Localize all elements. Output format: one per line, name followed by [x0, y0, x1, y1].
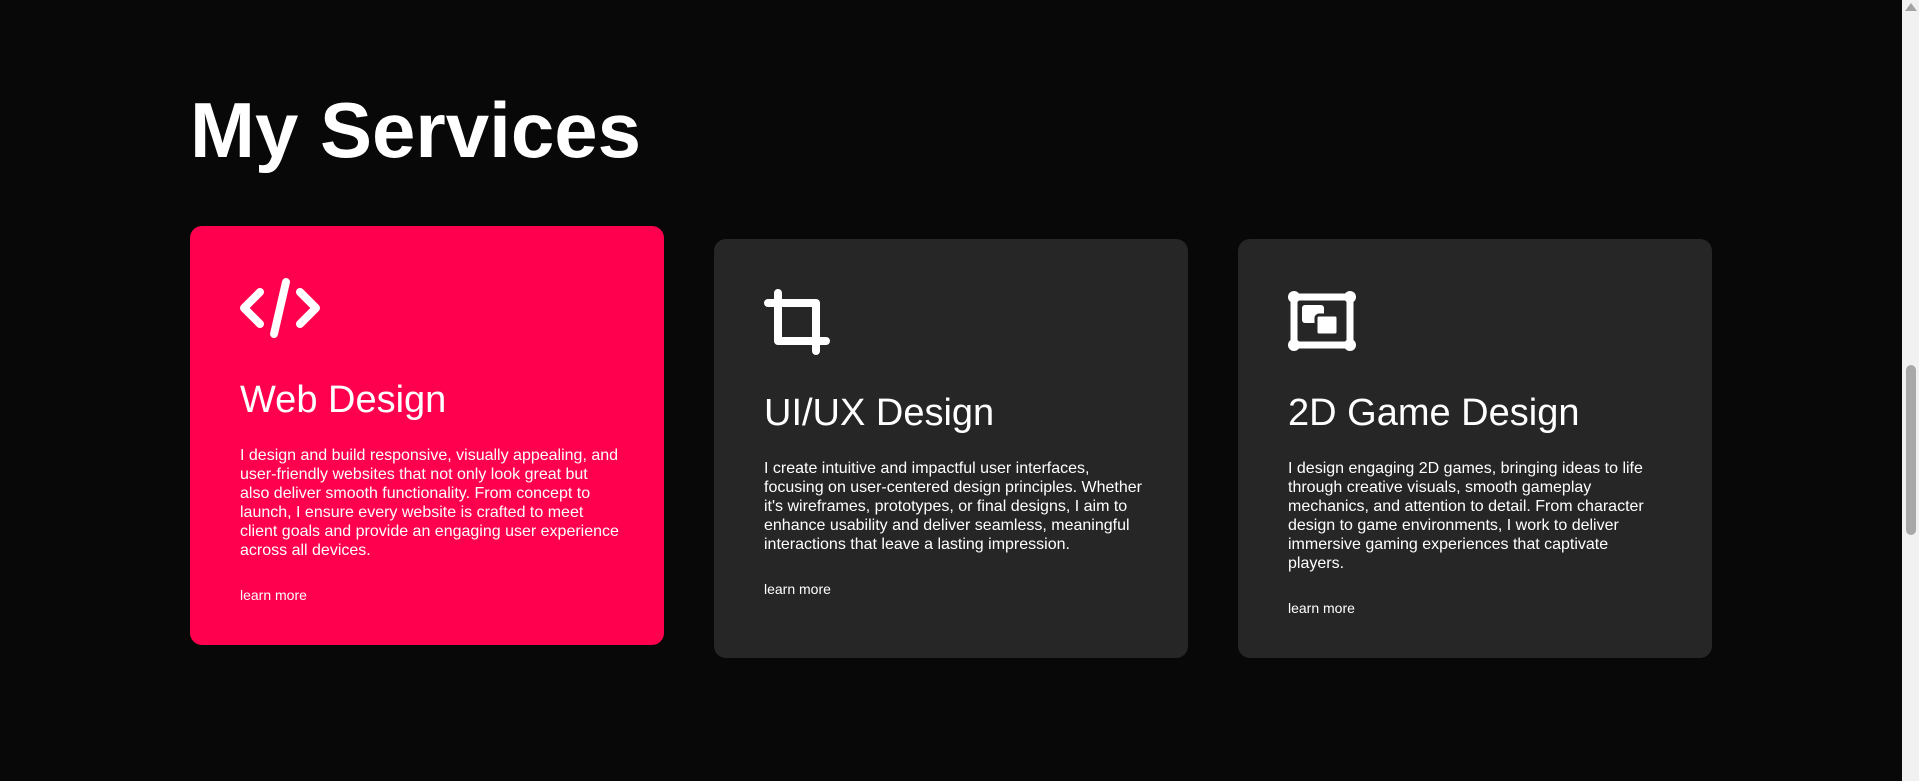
service-description: I create intuitive and impactful user in…: [764, 459, 1142, 553]
service-card-web-design[interactable]: Web Design I design and build responsive…: [190, 226, 664, 645]
page-title: My Services: [190, 86, 641, 174]
layers-icon: [1288, 289, 1368, 355]
service-title: Web Design: [240, 379, 447, 421]
learn-more-link[interactable]: learn more: [1288, 600, 1355, 616]
learn-more-link[interactable]: learn more: [764, 581, 831, 597]
learn-more-link[interactable]: learn more: [240, 587, 307, 603]
crop-icon: [764, 289, 844, 355]
service-description: I design and build responsive, visually …: [240, 446, 619, 559]
service-description: I design engaging 2D games, bringing ide…: [1288, 459, 1644, 572]
service-card-ui-ux-design[interactable]: UI/UX Design I create intuitive and impa…: [714, 239, 1188, 658]
service-title: UI/UX Design: [764, 392, 995, 434]
scrollbar-thumb[interactable]: [1906, 365, 1916, 535]
scroll-up-arrow-icon[interactable]: [1905, 3, 1917, 11]
services-page: My Services Web Design I design and buil…: [0, 0, 1919, 781]
service-title: 2D Game Design: [1288, 392, 1580, 434]
code-icon: [240, 276, 320, 342]
service-card-2d-game-design[interactable]: 2D Game Design I design engaging 2D game…: [1238, 239, 1712, 658]
page-scrollbar[interactable]: [1902, 0, 1919, 781]
